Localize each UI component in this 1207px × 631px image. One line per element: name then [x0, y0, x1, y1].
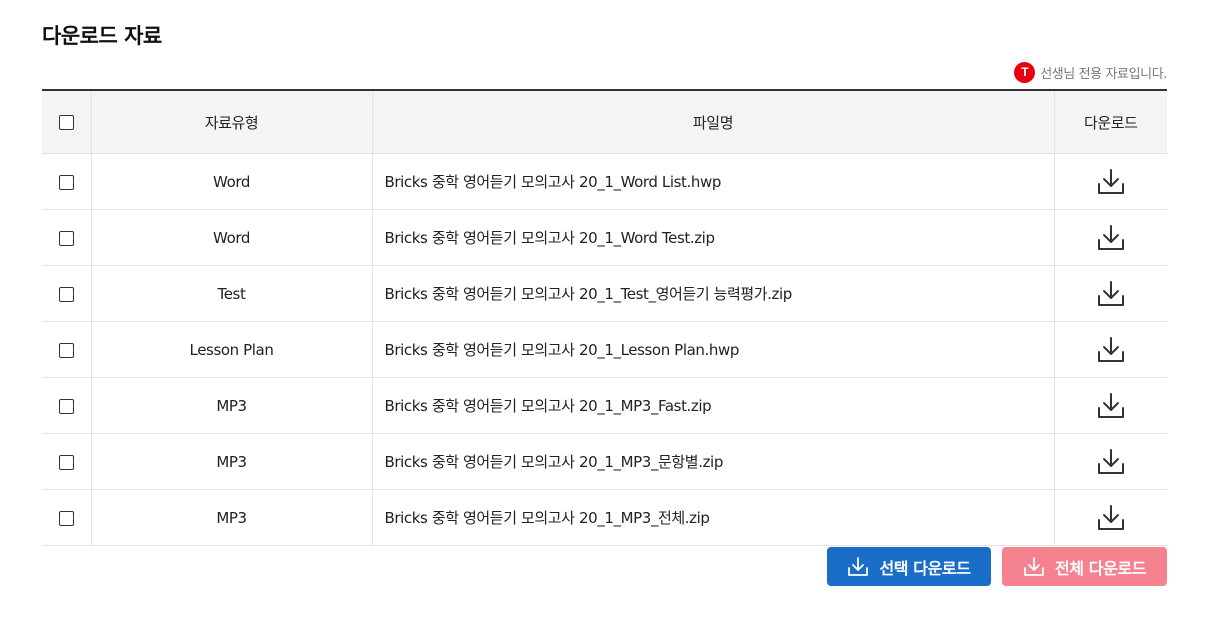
table-row: MP3 Bricks 중학 영어듣기 모의고사 20_1_MP3_문항별.zip	[42, 433, 1167, 490]
note-text: 선생님 전용 자료입니다.	[1040, 66, 1167, 82]
row-checkbox[interactable]	[58, 174, 74, 190]
row-checkbox[interactable]	[58, 398, 74, 414]
table-row: Test Bricks 중학 영어듣기 모의고사 20_1_Test_영어듣기 …	[42, 265, 1167, 322]
header-filename: 파일명	[371, 90, 1054, 154]
select-all-checkbox[interactable]	[58, 115, 74, 130]
download-icon[interactable]	[1096, 336, 1126, 364]
download-icon	[1024, 556, 1044, 576]
all-download-button[interactable]: 전체 다운로드	[1002, 547, 1167, 586]
row-type: MP3	[90, 433, 372, 490]
table-row: MP3 Bricks 중학 영어듣기 모의고사 20_1_MP3_Fast.zi…	[42, 377, 1167, 434]
header-type: 자료유형	[90, 90, 372, 154]
select-download-label: 선택 다운로드	[879, 558, 971, 578]
row-checkbox[interactable]	[58, 342, 74, 358]
download-table: 자료유형 파일명 다운로드 Word Bricks 중학 영어듣기 모의고사 2…	[42, 89, 1167, 546]
all-download-label: 전체 다운로드	[1054, 558, 1147, 578]
row-checkbox[interactable]	[58, 454, 74, 470]
download-icon[interactable]	[1096, 224, 1126, 252]
page-title: 다운로드 자료	[42, 24, 162, 48]
row-filename: Bricks 중학 영어듣기 모의고사 20_1_Lesson Plan.hwp	[371, 321, 1054, 378]
download-icon[interactable]	[1096, 392, 1126, 420]
select-download-button[interactable]: 선택 다운로드	[827, 547, 991, 586]
row-checkbox[interactable]	[58, 286, 74, 302]
row-filename: Bricks 중학 영어듣기 모의고사 20_1_MP3_전체.zip	[371, 489, 1054, 546]
row-checkbox[interactable]	[58, 230, 74, 246]
row-checkbox[interactable]	[58, 510, 74, 526]
table-row: MP3 Bricks 중학 영어듣기 모의고사 20_1_MP3_전체.zip	[42, 489, 1167, 546]
row-filename: Bricks 중학 영어듣기 모의고사 20_1_MP3_Fast.zip	[371, 377, 1054, 434]
header-checkbox-cell	[42, 90, 91, 154]
row-type: Test	[90, 265, 372, 322]
row-filename: Bricks 중학 영어듣기 모의고사 20_1_Word List.hwp	[371, 153, 1054, 210]
teacher-badge-icon: T	[1014, 61, 1036, 83]
teacher-only-note: T 선생님 전용 자료입니다.	[1014, 61, 1167, 83]
download-icon[interactable]	[1096, 448, 1126, 476]
row-type: MP3	[90, 377, 372, 434]
download-icon	[848, 556, 869, 576]
download-icon[interactable]	[1096, 504, 1126, 532]
row-filename: Bricks 중학 영어듣기 모의고사 20_1_Test_영어듣기 능력평가.…	[371, 265, 1054, 322]
row-type: Word	[90, 153, 372, 210]
download-icon[interactable]	[1096, 280, 1126, 308]
download-icon[interactable]	[1096, 168, 1126, 196]
table-header-row: 자료유형 파일명 다운로드	[42, 90, 1167, 154]
row-filename: Bricks 중학 영어듣기 모의고사 20_1_MP3_문항별.zip	[371, 433, 1054, 490]
header-download: 다운로드	[1053, 90, 1167, 154]
table-row: Word Bricks 중학 영어듣기 모의고사 20_1_Word Test.…	[42, 209, 1167, 266]
download-section: 다운로드 자료 T 선생님 전용 자료입니다. 자료유형 파일명 다운로드 Wo…	[0, 0, 1207, 631]
row-filename: Bricks 중학 영어듣기 모의고사 20_1_Word Test.zip	[371, 209, 1054, 266]
row-type: Lesson Plan	[90, 321, 372, 378]
table-row: Lesson Plan Bricks 중학 영어듣기 모의고사 20_1_Les…	[42, 321, 1167, 378]
row-type: MP3	[90, 489, 372, 546]
table-row: Word Bricks 중학 영어듣기 모의고사 20_1_Word List.…	[42, 153, 1167, 210]
row-type: Word	[90, 209, 372, 266]
